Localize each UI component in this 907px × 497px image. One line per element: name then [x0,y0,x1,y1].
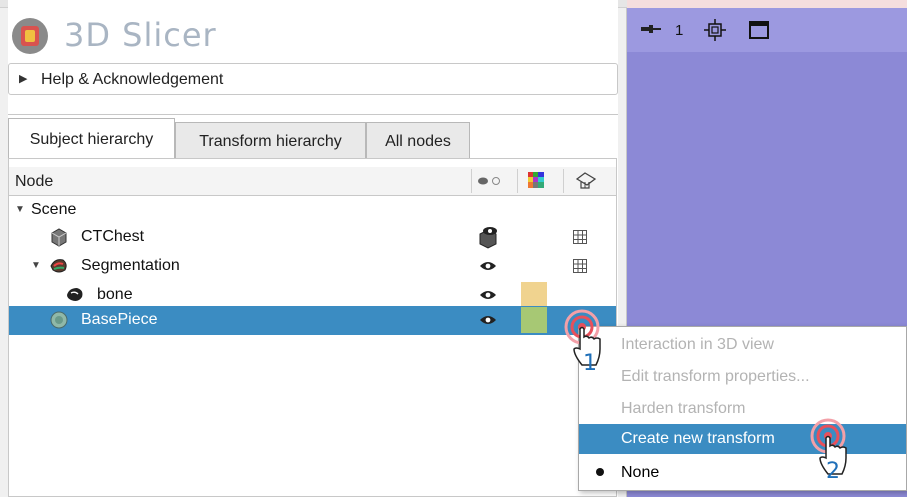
visibility-eye-icon[interactable] [479,314,497,326]
slicer-logo-icon [12,18,48,54]
grid-icon[interactable] [573,230,587,244]
row-label: CTChest [81,228,145,245]
click-hand-cursor-icon [564,309,601,366]
subject-hierarchy-tree[interactable]: Node ▼ Scene CTChest ▼ Segmentation bone… [8,158,617,497]
menu-item-edit-transform[interactable]: Edit transform properties... [579,362,906,392]
center-view-icon[interactable] [704,19,726,41]
menu-item-interaction-3d[interactable]: Interaction in 3D view [579,330,906,360]
tab-label: Transform hierarchy [199,133,342,150]
tab-transform-hierarchy[interactable]: Transform hierarchy [175,122,366,158]
grid-icon[interactable] [573,259,587,273]
menu-item-label: Create new transform [621,430,775,447]
tab-label: Subject hierarchy [29,131,154,148]
pin-icon[interactable] [641,24,661,34]
step-1-label: 1 [583,351,597,376]
model-icon [50,311,68,329]
visibility-eye-icon[interactable] [479,260,497,272]
tree-row-basepiece[interactable]: BasePiece [9,306,616,335]
help-collapsible-button[interactable]: ▶ Help & Acknowledgement [8,63,618,95]
module-panel: 3D Slicer ▶ Help & Acknowledgement Subje… [0,0,627,497]
view-index: 1 [675,22,684,39]
app-title: 3D Slicer [64,16,217,54]
color-palette-icon[interactable] [528,172,544,188]
step-2-label: 2 [826,459,840,484]
column-node[interactable]: Node [15,173,53,191]
tree-row-scene[interactable]: ▼ Scene [9,196,616,225]
radio-dot-icon [596,468,604,476]
row-label: Scene [31,201,77,218]
collapse-arrow-icon[interactable]: ▼ [15,204,25,215]
menu-item-label: Edit transform properties... [621,368,810,385]
maximize-icon[interactable] [749,21,769,39]
tree-header: Node [9,167,616,196]
transform-context-menu: Interaction in 3D view Edit transform pr… [578,326,907,491]
tab-label: All nodes [385,133,451,150]
row-label: Segmentation [81,257,180,274]
tab-all-nodes[interactable]: All nodes [366,122,470,158]
expand-arrow-icon: ▶ [19,73,28,85]
help-label: Help & Acknowledgement [41,71,224,88]
section-divider [8,98,618,115]
menu-item-label: Harden transform [621,400,746,417]
model-color-swatch[interactable] [521,307,547,333]
menu-item-create-new-transform[interactable]: Create new transform [579,424,906,454]
menu-item-label: Interaction in 3D view [621,336,774,353]
row-label: bone [97,286,133,303]
segment-icon [67,288,83,301]
tab-subject-hierarchy[interactable]: Subject hierarchy [8,118,175,160]
eye-toggle-icon[interactable] [477,176,503,186]
menu-item-harden-transform[interactable]: Harden transform [579,394,906,424]
collapse-arrow-icon[interactable]: ▼ [31,260,41,271]
row-label: BasePiece [81,311,158,328]
menu-item-none[interactable]: None [579,458,906,488]
volume-visibility-icon[interactable] [475,225,501,249]
volume-icon [51,228,67,247]
menu-item-label: None [621,464,660,481]
segment-color-swatch[interactable] [521,282,547,308]
view-controller-bar: 1 [627,8,907,52]
visibility-eye-icon[interactable] [479,289,497,301]
segmentation-icon [50,259,67,273]
tree-row-segmentation[interactable]: ▼ Segmentation [9,252,616,281]
transform-icon[interactable] [575,171,597,191]
tree-row-ctchest[interactable]: CTChest [9,223,616,252]
